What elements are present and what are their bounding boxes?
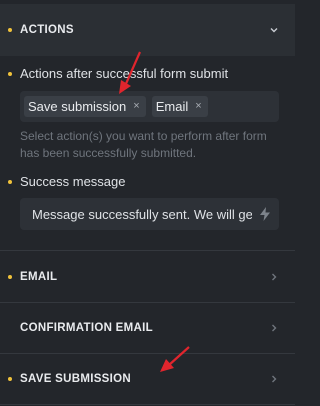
chevron-right-icon[interactable] (269, 323, 279, 333)
annotation-arrow-icon (160, 346, 190, 372)
actions-multiselect[interactable]: Save submission × Email × (20, 91, 279, 122)
success-message-value: Message successfully sent. We will ge (32, 206, 252, 222)
chevron-down-icon[interactable] (269, 25, 279, 35)
remove-tag-icon[interactable]: × (133, 101, 139, 112)
section-header-actions[interactable]: ACTIONS (0, 4, 295, 56)
tag-email: Email × (151, 96, 208, 117)
section-header-confirmation-email[interactable]: CONFIRMATION EMAIL (0, 302, 295, 354)
success-message-label: Success message (8, 174, 126, 189)
section-indicator-dot (8, 28, 12, 32)
field-indicator-dot (8, 71, 12, 76)
section-indicator-dot (8, 274, 12, 279)
bolt-icon[interactable] (259, 207, 271, 221)
chevron-right-icon[interactable] (269, 374, 279, 384)
field-indicator-dot (8, 179, 12, 184)
section-indicator-dot (8, 376, 12, 381)
tag-label: Email (155, 99, 189, 114)
success-message-input[interactable]: Message successfully sent. We will ge (20, 198, 279, 230)
section-title-actions: ACTIONS (20, 24, 74, 36)
tag-save-submission: Save submission × (24, 96, 146, 117)
actions-help-text: Select action(s) you want to perform aft… (20, 129, 267, 160)
chevron-right-icon[interactable] (269, 272, 279, 282)
section-header-save-submission[interactable]: SAVE SUBMISSION (0, 353, 295, 405)
tag-label: Save submission (28, 99, 127, 114)
section-title-email: EMAIL (20, 270, 58, 283)
remove-tag-icon[interactable]: × (195, 101, 201, 112)
section-header-email[interactable]: EMAIL (0, 251, 295, 303)
section-title-save-submission: SAVE SUBMISSION (20, 372, 131, 385)
section-title-confirmation-email: CONFIRMATION EMAIL (20, 321, 153, 334)
annotation-arrow-icon (119, 51, 142, 94)
